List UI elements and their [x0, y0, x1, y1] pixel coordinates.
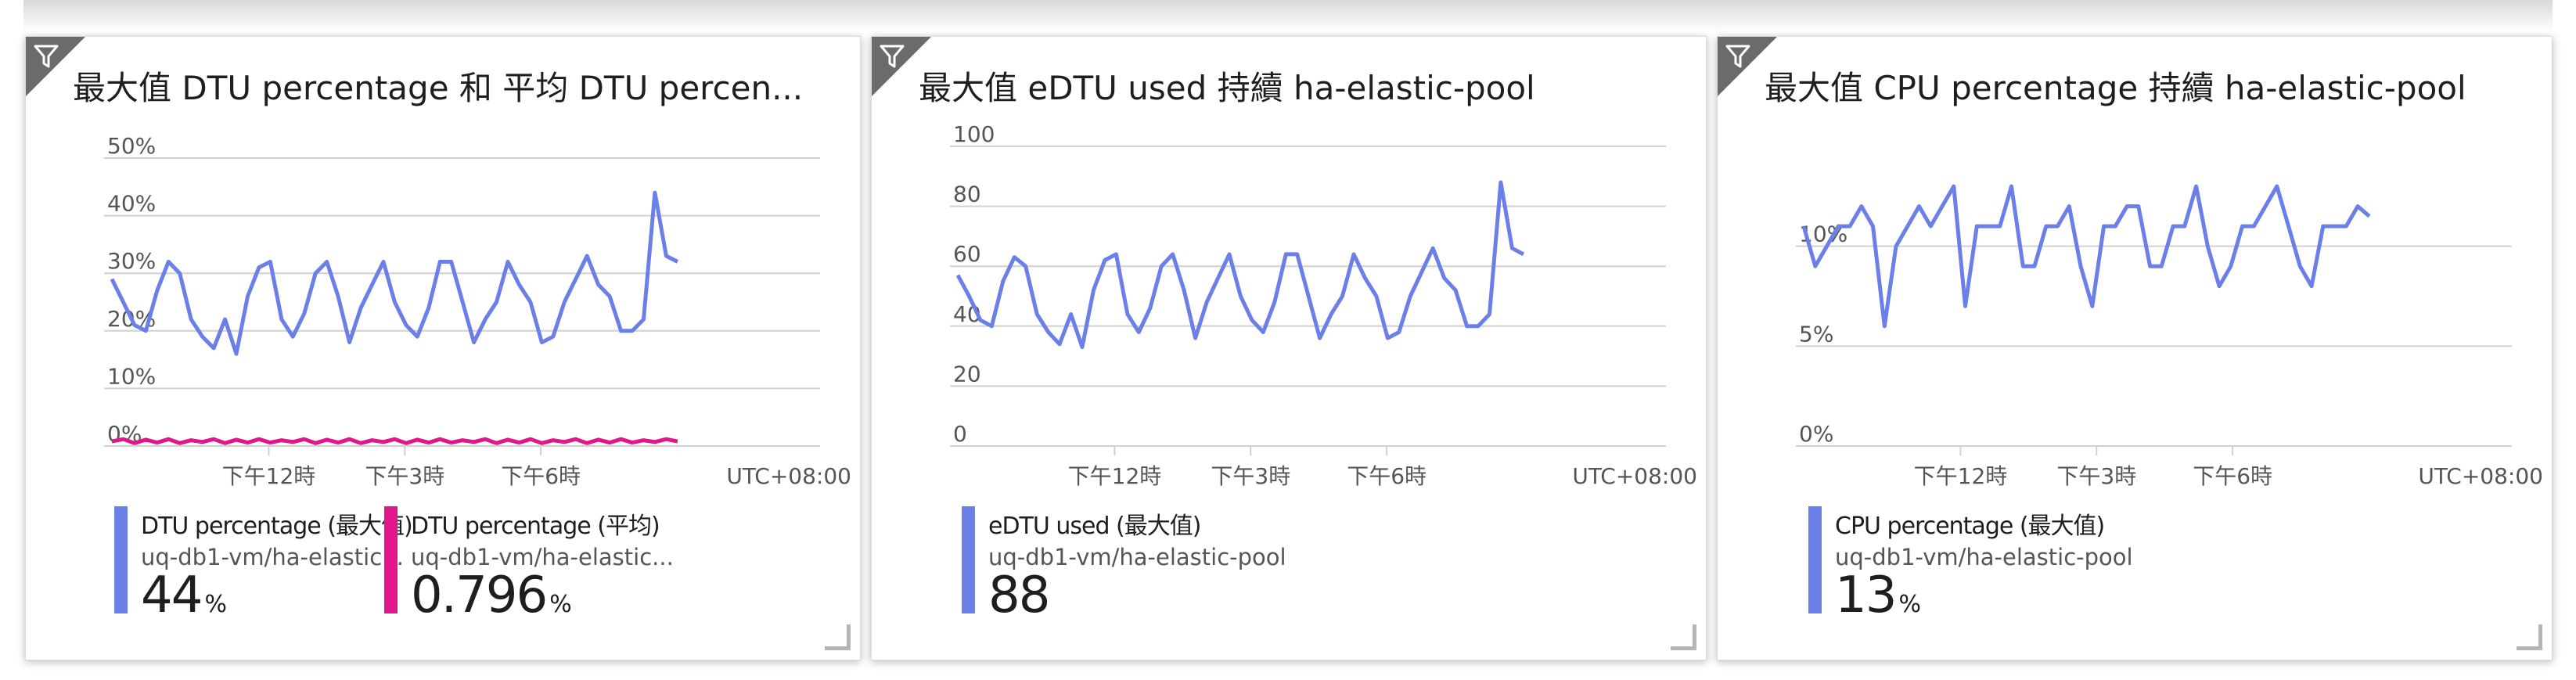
- series-color-bar: [114, 506, 128, 613]
- metric-value: 88: [988, 570, 1286, 630]
- line-chart: 0%10%20%30%40%50%下午12時 下午3時 下午6時 UTC+08:00: [104, 133, 851, 489]
- y-tick-label: 60: [953, 241, 981, 267]
- y-tick-label: 50%: [107, 133, 156, 159]
- metric-unit: %: [549, 591, 572, 618]
- legend-item[interactable]: eDTU used (最大值) uq-db1-vm/ha-elastic-poo…: [962, 506, 1286, 647]
- y-tick-label: 20: [953, 361, 981, 387]
- series-name: eDTU used (最大值): [988, 513, 1201, 540]
- timezone-label: UTC+08:00: [2418, 463, 2543, 489]
- series-name: DTU percentage (平均): [411, 513, 660, 540]
- resize-handle[interactable]: [2517, 624, 2542, 650]
- y-tick-label: 0%: [1799, 421, 1833, 447]
- legend-item[interactable]: CPU percentage (最大值) uq-db1-vm/ha-elasti…: [1808, 506, 2133, 647]
- x-tick-label: 下午3時: [365, 463, 444, 489]
- chart-tile-dtu-percentage[interactable]: 最大值 DTU percentage 和 平均 DTU percen... 0%…: [25, 36, 861, 660]
- metric-unit: %: [1898, 591, 1921, 618]
- chart-tile-cpu-percentage[interactable]: 最大值 CPU percentage 持續 ha-elastic-pool 0%…: [1717, 36, 2553, 660]
- series-line: [1801, 184, 2371, 329]
- resize-handle[interactable]: [825, 624, 851, 650]
- x-tick-label: 下午3時: [1211, 463, 1290, 489]
- y-tick-label: 40%: [107, 191, 156, 217]
- metric-number: 0.796: [411, 567, 548, 624]
- y-tick-label: 100: [953, 121, 995, 147]
- series-color-bar: [384, 506, 398, 613]
- metric-number: 44: [141, 567, 203, 624]
- metric-number: 13: [1835, 567, 1897, 624]
- legend-item[interactable]: DTU percentage (最大值) uq-db1-vm/ha-elasti…: [114, 506, 413, 647]
- metric-value: 44%: [141, 570, 412, 630]
- metric-value: 13%: [1835, 570, 2133, 630]
- x-tick-label: 下午3時: [2056, 463, 2136, 489]
- series-line: [111, 437, 678, 445]
- metric-number: 88: [988, 567, 1050, 624]
- series-color-bar: [962, 506, 975, 613]
- dashboard-top-edge: [23, 0, 2553, 31]
- metric-value: 0.796%: [411, 570, 674, 630]
- line-chart: 0%5%10%下午12時 下午3時 下午6時 UTC+08:00: [1796, 184, 2543, 489]
- x-tick-label: 下午12時: [222, 463, 316, 489]
- y-tick-label: 0: [953, 421, 967, 447]
- line-chart: 020406080100下午12時 下午3時 下午6時 UTC+08:00: [950, 121, 1697, 489]
- timezone-label: UTC+08:00: [726, 463, 851, 489]
- x-tick-label: 下午6時: [1347, 463, 1427, 489]
- metric-unit: %: [204, 591, 227, 618]
- x-tick-label: 下午6時: [501, 463, 581, 489]
- y-tick-label: 5%: [1799, 321, 1833, 347]
- y-tick-label: 10%: [107, 363, 156, 389]
- timezone-label: UTC+08:00: [1572, 463, 1697, 489]
- x-tick-label: 下午12時: [1914, 463, 2008, 489]
- legend-item[interactable]: DTU percentage (平均) uq-db1-vm/ha-elastic…: [384, 506, 674, 647]
- series-color-bar: [1808, 506, 1822, 613]
- y-tick-label: 30%: [107, 248, 156, 274]
- series-name: CPU percentage (最大值): [1835, 513, 2105, 540]
- y-tick-label: 80: [953, 182, 981, 207]
- series-name: DTU percentage (最大值): [141, 513, 413, 540]
- x-tick-label: 下午12時: [1068, 463, 1162, 489]
- x-tick-label: 下午6時: [2193, 463, 2272, 489]
- chart-tile-edtu-used[interactable]: 最大值 eDTU used 持續 ha-elastic-pool 0 20 40 60…: [871, 36, 1707, 660]
- resize-handle[interactable]: [1671, 624, 1696, 650]
